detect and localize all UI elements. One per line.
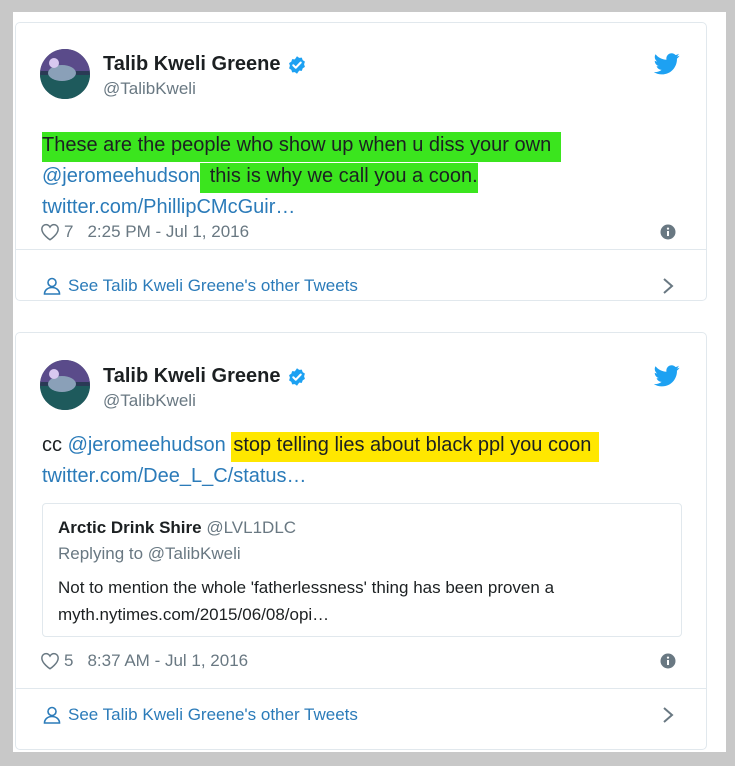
tweet-card: Talib Kweli Greene @TalibKweli cc @jerom… (15, 332, 707, 750)
chevron-right-icon[interactable] (662, 706, 674, 724)
highlighted-text: stop telling lies about black ppl you co… (231, 432, 600, 462)
heart-icon[interactable] (40, 652, 60, 670)
heart-icon[interactable] (40, 223, 60, 241)
tweet-text: These are the people who show up when u … (42, 130, 562, 223)
avatar[interactable] (40, 360, 90, 410)
tweet-meta: 7 2:25 PM - Jul 1, 2016 (40, 222, 249, 242)
see-other-tweets-link[interactable]: See Talib Kweli Greene's other Tweets (43, 705, 358, 725)
tweet-meta: 5 8:37 AM - Jul 1, 2016 (40, 651, 248, 671)
timestamp[interactable]: 8:37 AM - Jul 1, 2016 (87, 651, 248, 671)
twitter-bird-icon[interactable] (654, 365, 680, 387)
tweet-card: Talib Kweli Greene @TalibKweli These are… (15, 22, 707, 301)
twitter-bird-icon[interactable] (654, 53, 680, 75)
quoted-tweet[interactable]: Arctic Drink Shire @LVL1DLC Replying to … (42, 503, 682, 637)
see-other-tweets-link[interactable]: See Talib Kweli Greene's other Tweets (43, 276, 358, 296)
embedded-tweets-page: Talib Kweli Greene @TalibKweli These are… (13, 12, 726, 752)
replying-to: Replying to @TalibKweli (58, 544, 241, 563)
tweet-text: cc @jeromeehudson stop telling lies abou… (42, 430, 600, 492)
tweet-link[interactable]: twitter.com/PhillipCMcGuir… (42, 192, 561, 223)
see-other-tweets-label[interactable]: See Talib Kweli Greene's other Tweets (68, 705, 358, 725)
timestamp[interactable]: 2:25 PM - Jul 1, 2016 (87, 222, 249, 242)
info-icon[interactable] (660, 653, 676, 669)
person-icon (43, 277, 61, 295)
see-other-tweets-label[interactable]: See Talib Kweli Greene's other Tweets (68, 276, 358, 296)
author-name[interactable]: Talib Kweli Greene (103, 365, 307, 388)
chevron-right-icon[interactable] (662, 277, 674, 295)
avatar[interactable] (40, 49, 90, 99)
author-handle[interactable]: @TalibKweli (103, 391, 196, 411)
tweet-link[interactable]: twitter.com/Dee_L_C/status… (42, 461, 599, 492)
person-icon (43, 706, 61, 724)
verified-badge-icon (289, 367, 306, 386)
mention-link[interactable]: @jeromeehudson (68, 434, 226, 456)
divider (16, 249, 706, 250)
quoted-author[interactable]: Arctic Drink Shire @LVL1DLC (58, 518, 296, 538)
quoted-text: Not to mention the whole 'fatherlessness… (58, 578, 555, 624)
info-icon[interactable] (660, 224, 676, 240)
divider (16, 688, 706, 689)
highlighted-text: this is why we call you a coon. (200, 163, 478, 193)
text-prefix: cc (42, 434, 62, 456)
highlighted-text: These are the people who show up when u … (42, 132, 562, 162)
mention-link[interactable]: @jeromeehudson (42, 165, 200, 187)
like-count[interactable]: 5 (64, 651, 73, 671)
author-name[interactable]: Talib Kweli Greene (103, 53, 307, 76)
verified-badge-icon (289, 55, 306, 74)
like-count[interactable]: 7 (64, 222, 73, 242)
author-handle[interactable]: @TalibKweli (103, 79, 196, 99)
